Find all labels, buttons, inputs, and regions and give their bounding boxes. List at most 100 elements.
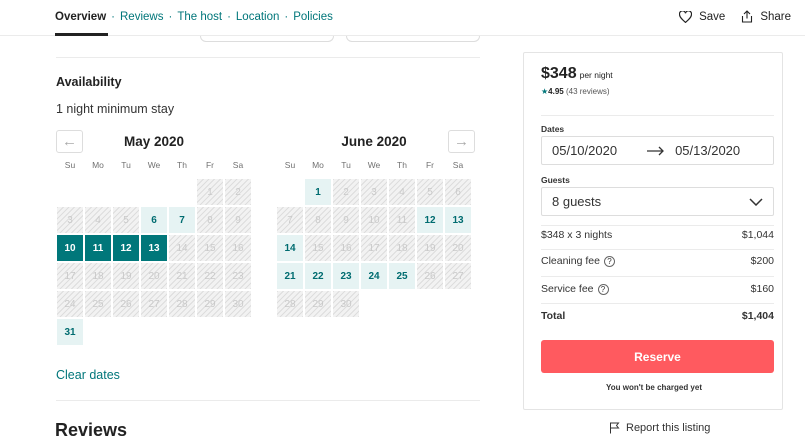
calendar-day[interactable]: 13 <box>444 206 472 234</box>
rating-value: 4.95 <box>548 87 564 96</box>
calendar-day: 24 <box>56 290 84 318</box>
calendar-day: 30 <box>332 290 360 318</box>
nav-location-link[interactable]: Location <box>236 11 279 23</box>
section-divider <box>56 57 480 58</box>
nav-host-link[interactable]: The host <box>177 11 222 23</box>
cleaning-fee-row: Cleaning fee? $200 <box>541 255 774 267</box>
nights-row: $348 x 3 nights $1,044 <box>541 229 774 241</box>
cleaning-fee-label: Cleaning fee? <box>541 255 615 267</box>
calendar-day: 5 <box>112 206 140 234</box>
calendar-day: 18 <box>388 234 416 262</box>
checkout-input[interactable]: 05/13/2020 <box>675 143 740 158</box>
calendar-day: 22 <box>196 262 224 290</box>
calendar-day: 17 <box>360 234 388 262</box>
report-listing-link[interactable]: Report this listing <box>609 422 710 434</box>
calendar-day[interactable]: 21 <box>276 262 304 290</box>
calendar-empty-cell <box>84 178 112 206</box>
calendar-day: 9 <box>224 206 252 234</box>
card-divider <box>541 249 774 250</box>
calendar-day[interactable]: 12 <box>112 234 140 262</box>
calendar-day: 17 <box>56 262 84 290</box>
dates-label: Dates <box>541 124 565 134</box>
calendar-day[interactable]: 13 <box>140 234 168 262</box>
calendar-day: 29 <box>304 290 332 318</box>
weekday-label: Su <box>284 160 296 170</box>
weekday-header: Su Mo Tu We Th Fr Sa <box>56 160 252 178</box>
heart-icon <box>679 10 693 23</box>
calendar-day: 18 <box>84 262 112 290</box>
guests-label: Guests <box>541 175 570 185</box>
section-nav-bar: Overview · Reviews · The host · Location… <box>0 0 805 36</box>
calendar-day[interactable]: 25 <box>388 262 416 290</box>
nav-separator: · <box>168 11 173 23</box>
calendar-day: 6 <box>444 178 472 206</box>
calendar-day: 29 <box>196 290 224 318</box>
total-label: Total <box>541 310 566 322</box>
nav-separator: · <box>111 11 115 23</box>
weekday-label: Th <box>397 160 407 170</box>
nav-overview-link[interactable]: Overview <box>55 11 106 23</box>
calendar-day[interactable]: 12 <box>416 206 444 234</box>
calendar-day: 28 <box>168 290 196 318</box>
save-button[interactable]: Save <box>679 10 725 23</box>
calendar-day: 8 <box>196 206 224 234</box>
calendar-empty-cell <box>140 178 168 206</box>
service-fee-value: $160 <box>750 283 774 295</box>
calendar-day[interactable]: 23 <box>332 262 360 290</box>
clear-dates-link[interactable]: Clear dates <box>56 368 120 382</box>
calendar-day[interactable]: 31 <box>56 318 84 346</box>
card-divider <box>541 115 774 116</box>
no-charge-note: You won't be charged yet <box>606 383 702 392</box>
price-amount: $348 <box>541 65 577 82</box>
weekday-label: Tu <box>341 160 351 170</box>
calendar-day: 16 <box>332 234 360 262</box>
calendar-day: 2 <box>332 178 360 206</box>
calendar-day: 16 <box>224 234 252 262</box>
calendar-day: 4 <box>84 206 112 234</box>
service-fee-label: Service fee? <box>541 283 609 295</box>
calendar-day: 3 <box>56 206 84 234</box>
help-icon[interactable]: ? <box>597 283 609 295</box>
nav-separator: · <box>227 11 231 23</box>
booking-card: $348 per night ★4.95 (43 reviews) Dates 0… <box>523 52 783 410</box>
reviews-heading: Reviews <box>55 420 128 440</box>
calendar-day: 20 <box>140 262 168 290</box>
checkin-input[interactable]: 05/10/2020 <box>552 143 617 158</box>
nav-policies-link[interactable]: Policies <box>293 11 333 23</box>
availability-heading: Availability <box>56 75 122 89</box>
weekday-label: Su <box>64 160 76 170</box>
calendar-day: 8 <box>304 206 332 234</box>
calendar-day[interactable]: 24 <box>360 262 388 290</box>
calendar-day[interactable]: 1 <box>304 178 332 206</box>
card-divider <box>541 276 774 277</box>
rating-summary[interactable]: ★4.95 (43 reviews) <box>541 87 610 96</box>
calendar-day[interactable]: 6 <box>140 206 168 234</box>
calendar-day[interactable]: 22 <box>304 262 332 290</box>
calendar-day: 19 <box>416 234 444 262</box>
price-unit: per night <box>579 70 613 80</box>
service-fee-row: Service fee? $160 <box>541 283 774 295</box>
calendar-day[interactable]: 7 <box>168 206 196 234</box>
calendar-day: 19 <box>112 262 140 290</box>
help-icon[interactable]: ? <box>603 255 615 267</box>
weekday-label: We <box>367 160 381 170</box>
total-value: $1,404 <box>741 310 774 322</box>
reserve-button[interactable]: Reserve <box>541 340 774 373</box>
calendar-empty-cell <box>276 178 304 206</box>
nav-reviews-link[interactable]: Reviews <box>120 11 163 23</box>
calendar-day: 3 <box>360 178 388 206</box>
calendar-day[interactable]: 14 <box>276 234 304 262</box>
month-title: May 2020 <box>123 134 185 149</box>
calendar-empty-cell <box>56 178 84 206</box>
weekday-label: Fr <box>425 160 435 170</box>
calendar-day: 21 <box>168 262 196 290</box>
weekday-label: Tu <box>121 160 131 170</box>
calendar-day[interactable]: 11 <box>84 234 112 262</box>
calendar-day: 15 <box>304 234 332 262</box>
day-grid: 1 2 3 4 5 6 7 8 9 10 11 12 13 14 15 16 17 18 19 20 21 22 23 24 2… <box>276 178 472 318</box>
calendar-day[interactable]: 10 <box>56 234 84 262</box>
total-row: Total $1,404 <box>541 310 774 322</box>
weekday-label: Mo <box>92 160 104 170</box>
guests-select[interactable]: 8 guests <box>541 187 774 216</box>
share-button[interactable]: Share <box>741 10 791 23</box>
